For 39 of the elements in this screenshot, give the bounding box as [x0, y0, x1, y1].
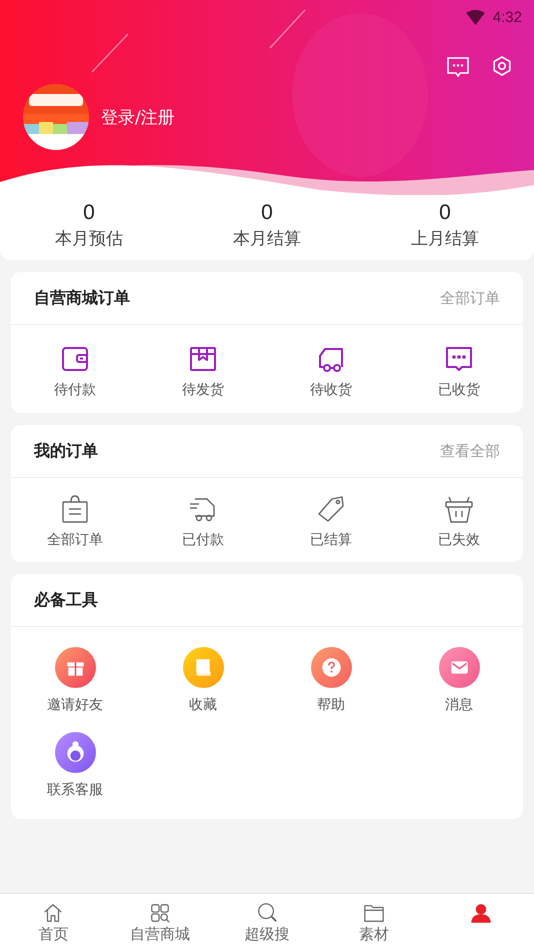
status-time: 4:32 [492, 8, 522, 26]
tab-item[interactable]: 自营商城 [106, 894, 214, 949]
tool-label[interactable]: 帮助 [317, 696, 345, 714]
customer-service-icon[interactable] [54, 732, 96, 773]
order-status-label[interactable]: 待发货 [182, 381, 224, 399]
tool-label[interactable]: 联系客服 [47, 781, 103, 799]
section-title: 我的订单 [34, 440, 98, 462]
message-icon[interactable] [446, 55, 470, 79]
stat-label: 本月结算 [233, 228, 301, 250]
tool-label[interactable]: 消息 [445, 696, 473, 714]
stat-value: 0 [439, 201, 451, 225]
stat-label: 本月预估 [55, 228, 123, 250]
person-icon [470, 902, 492, 924]
stat-label: 上月结算 [411, 228, 479, 250]
grid-icon [149, 902, 172, 924]
gift-icon[interactable] [54, 647, 96, 688]
order-filter-label[interactable]: 已结算 [310, 531, 352, 549]
folder-icon [362, 902, 385, 924]
tool-label[interactable]: 收藏 [189, 696, 217, 714]
tab-item[interactable]: 首页 [0, 894, 107, 949]
tool-label[interactable]: 邀请好友 [47, 696, 103, 714]
order-filter-label[interactable]: 全部订单 [47, 531, 103, 549]
order-filter-label[interactable]: 已付款 [182, 531, 224, 549]
order-status-label[interactable]: 已收货 [438, 381, 480, 399]
wifi-icon [466, 10, 485, 24]
stat-value: 0 [261, 201, 273, 225]
envelope-icon[interactable] [438, 647, 480, 688]
help-icon[interactable] [310, 647, 352, 688]
search-icon [256, 902, 278, 924]
login-register-link[interactable]: 登录/注册 [101, 106, 175, 128]
tab-item[interactable]: 素材 [320, 894, 428, 949]
order-status-label[interactable]: 待收货 [310, 381, 352, 399]
order-filter-label[interactable]: 已失效 [438, 531, 480, 549]
home-icon [42, 902, 64, 924]
stat-value: 0 [83, 201, 95, 225]
section-title: 自营商城订单 [34, 288, 130, 308]
section-title: 必备工具 [34, 590, 98, 610]
tab-item[interactable]: 超级搜 [214, 894, 320, 949]
order-status-label[interactable]: 待付款 [54, 381, 96, 399]
